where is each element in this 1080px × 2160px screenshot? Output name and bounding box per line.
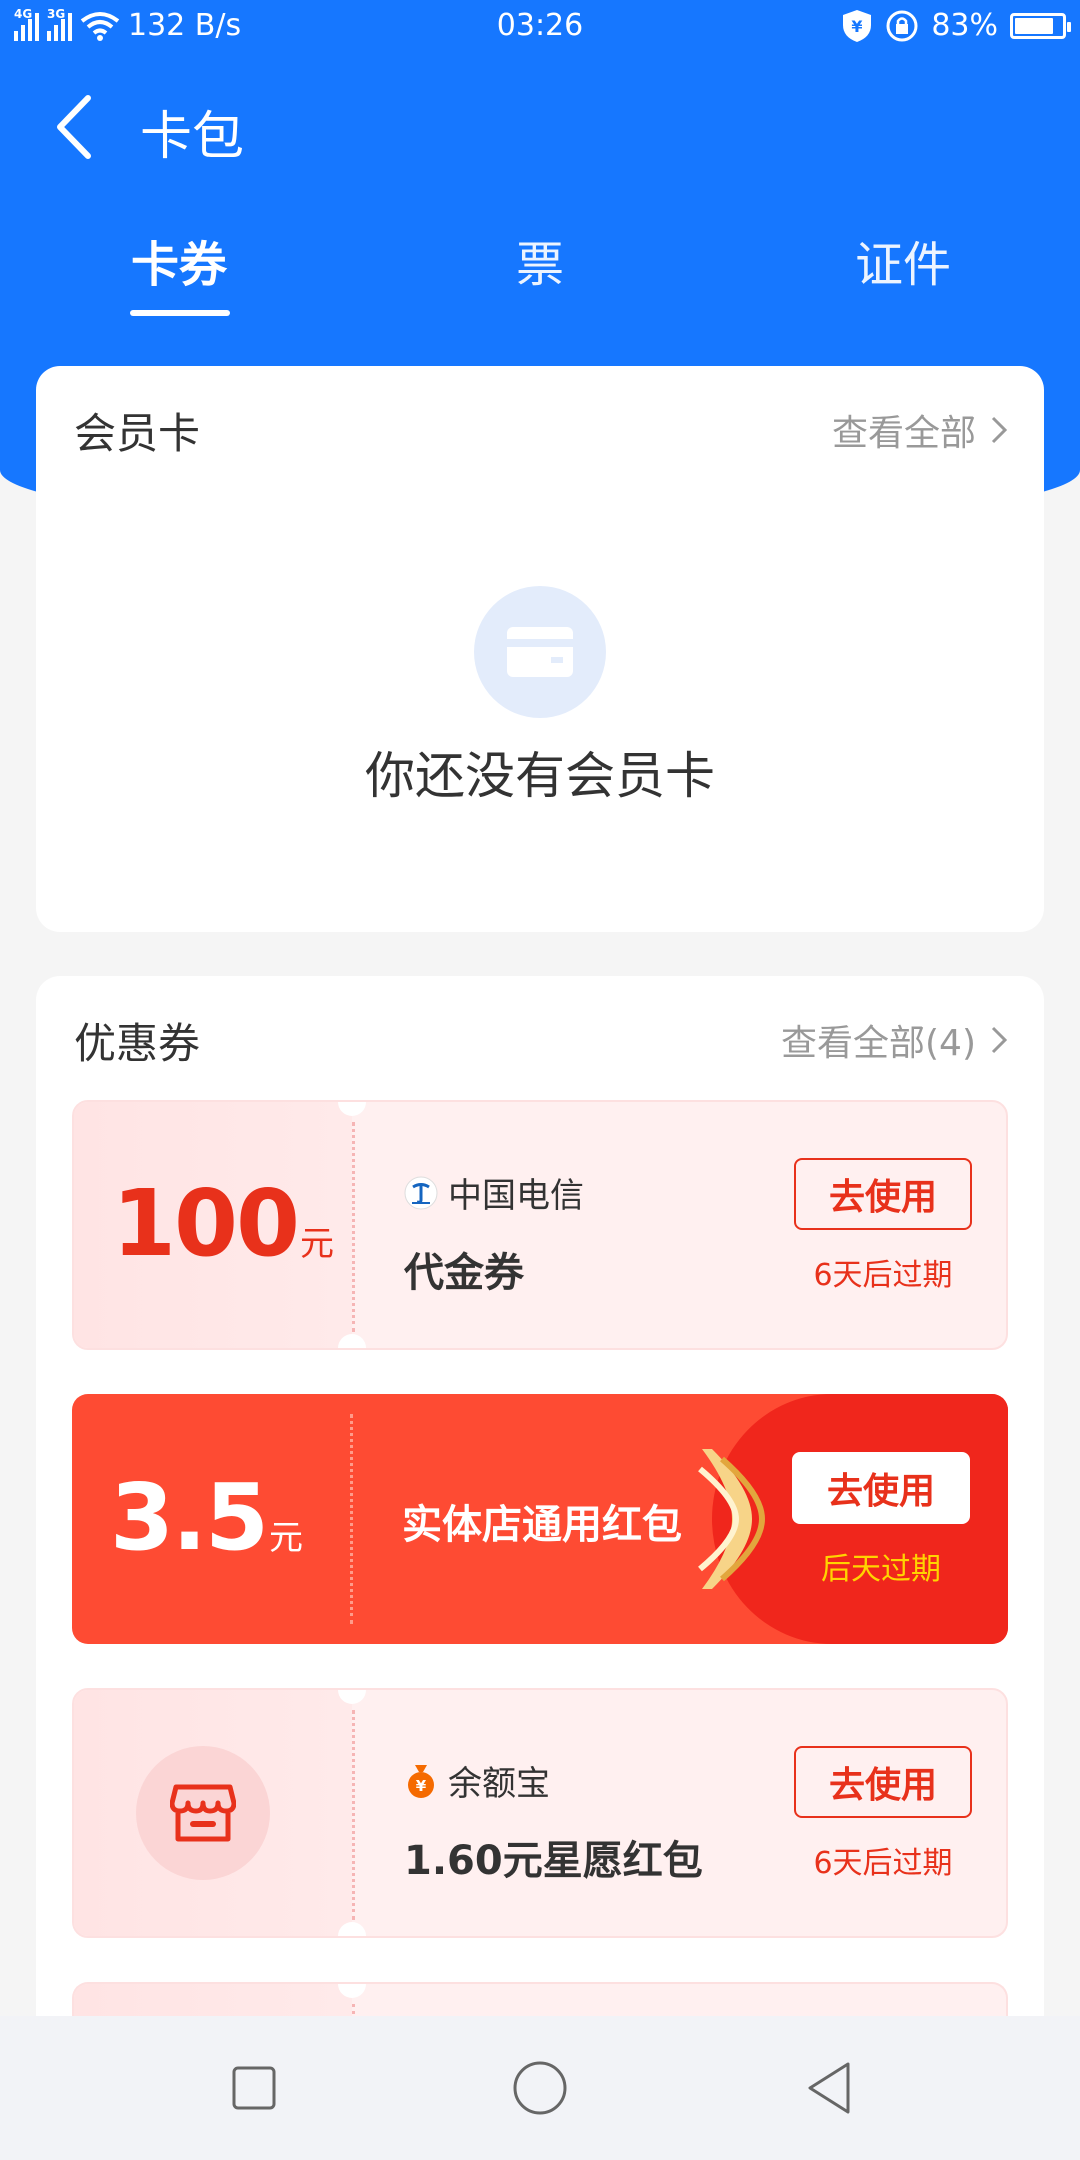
coupon-notch-bottom (338, 1922, 366, 1936)
coupon-amount-unit: 元 (268, 1518, 303, 1558)
svg-text:¥: ¥ (416, 1777, 427, 1795)
empty-card-icon (474, 586, 606, 718)
store-icon-circle (136, 1746, 270, 1880)
tab-documents[interactable]: 证件 (855, 225, 951, 295)
yuebao-money-bag-icon: ¥ (408, 1764, 434, 1798)
coupon-merchant-name: 余额宝 (448, 1764, 550, 1804)
coupon-name: 代金券 (404, 1250, 524, 1296)
membership-section-title: 会员卡 (74, 409, 201, 458)
coupon-amount-value: 3.5 (110, 1464, 269, 1571)
use-coupon-button[interactable]: 去使用 (792, 1452, 970, 1524)
battery-icon (1010, 12, 1071, 39)
system-navigation-bar (0, 2016, 1080, 2160)
coupon-amount: 100元 (112, 1170, 334, 1277)
membership-view-all-link[interactable]: 查看全部 (832, 404, 1008, 456)
coupon-expiry: 后天过期 (821, 1552, 941, 1587)
coupon-telecom-voucher[interactable]: 100元 中国电信 代金券 去使用 6天后过期 (72, 1100, 1008, 1350)
shield-yuan-icon: ¥ (843, 9, 872, 42)
rotation-lock-icon (886, 10, 918, 41)
coupon-yuebao-red-packet[interactable]: ¥ 余额宝 1.60元星愿红包 去使用 6天后过期 (72, 1688, 1008, 1938)
back-arrow-icon[interactable] (50, 92, 100, 162)
battery-fill (1015, 17, 1054, 34)
coupon-amount-unit: 元 (300, 1224, 335, 1264)
coupon-name: 1.60元星愿红包 (404, 1838, 703, 1884)
coupon-store-red-packet[interactable]: 3.5元 实体店通用红包 去使用 后天过期 (72, 1394, 1008, 1644)
status-bar: 4G 3G 132 B/s 03:26 ¥ 83% (0, 0, 1080, 56)
coupons-section: 优惠券 查看全部(4) 100元 中国电信 代金券 去使用 6天后过期 3.5元… (36, 976, 1044, 2042)
back-triangle-icon[interactable] (798, 2056, 862, 2120)
coupon-merchant: ¥ 余额宝 (404, 1756, 550, 1805)
coupon-merchant-name: 中国电信 (448, 1176, 584, 1216)
recent-apps-square-icon[interactable] (222, 2056, 286, 2120)
active-tab-indicator (130, 310, 230, 316)
svg-text:¥: ¥ (852, 17, 863, 36)
membership-view-all-label: 查看全部 (831, 413, 976, 454)
coupons-section-title: 优惠券 (74, 1019, 201, 1068)
use-coupon-button[interactable]: 去使用 (794, 1746, 972, 1818)
coupon-amount-value: 100 (112, 1170, 300, 1277)
chevron-right-icon (991, 1026, 1008, 1054)
china-telecom-logo-icon (404, 1176, 438, 1209)
coupon-notch-bottom (338, 1334, 366, 1348)
use-coupon-button[interactable]: 去使用 (794, 1158, 972, 1230)
tab-bar: 卡券 票 证件 (0, 225, 1080, 325)
coupon-amount: 3.5元 (110, 1464, 303, 1571)
coupons-view-all-link[interactable]: 查看全部(4) (781, 1014, 1008, 1066)
tab-cards-coupons[interactable]: 卡券 (131, 225, 227, 295)
page-title: 卡包 (140, 107, 245, 167)
coupon-name: 实体店通用红包 (402, 1502, 682, 1548)
coupon-merchant: 中国电信 (404, 1168, 584, 1217)
coupon-divider (352, 1710, 355, 1920)
tab-tickets[interactable]: 票 (516, 225, 564, 295)
coupon-expiry: 6天后过期 (813, 1846, 953, 1881)
home-circle-icon[interactable] (508, 2056, 572, 2120)
battery-percent: 83% (931, 8, 998, 43)
coupon-divider (352, 1122, 355, 1332)
coupons-view-all-label: 查看全部(4) (781, 1023, 976, 1064)
nav-bar: 卡包 (0, 80, 1080, 170)
coupon-divider (350, 1414, 353, 1624)
store-icon (170, 1784, 236, 1842)
chevron-right-icon (991, 416, 1008, 444)
coupon-expiry: 6天后过期 (813, 1258, 953, 1293)
membership-card-section: 会员卡 查看全部 你还没有会员卡 (36, 366, 1044, 932)
empty-membership-text: 你还没有会员卡 (365, 747, 715, 805)
